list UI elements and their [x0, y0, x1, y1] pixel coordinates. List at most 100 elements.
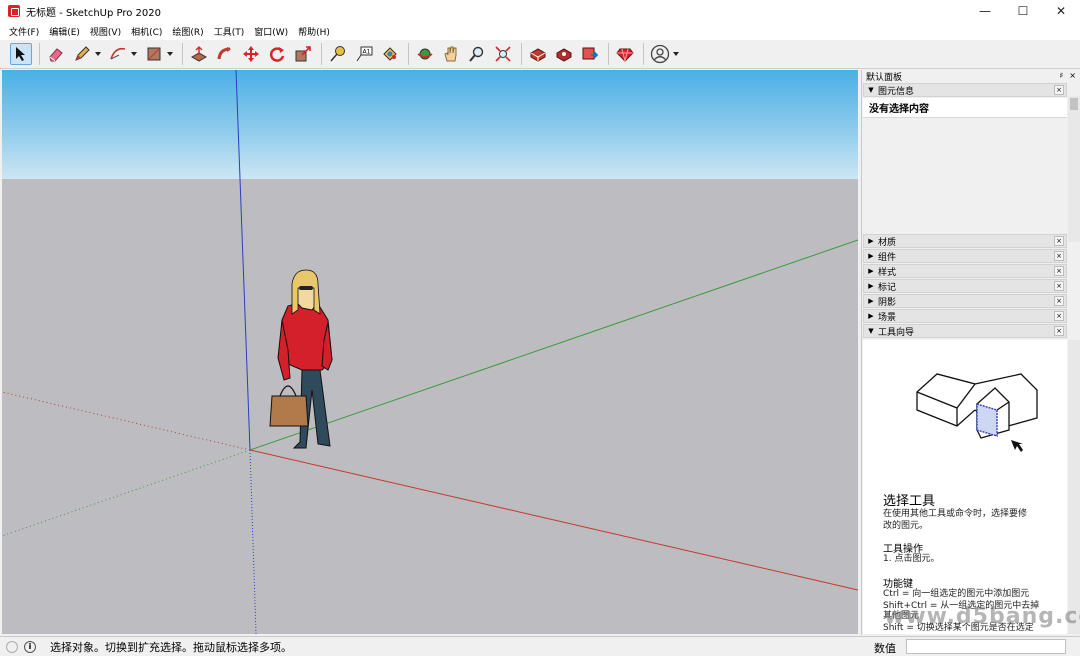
- rectangle-dropdown-icon[interactable]: [167, 52, 173, 56]
- svg-text:A1: A1: [363, 49, 371, 56]
- model-viewport[interactable]: [2, 70, 858, 634]
- text-tool-button[interactable]: A1: [353, 43, 375, 65]
- ruby-icon: [616, 48, 634, 62]
- menu-camera[interactable]: 相机(C): [126, 25, 167, 38]
- tape-measure-tool-button[interactable]: [327, 43, 349, 65]
- toolbar-separator: [608, 43, 609, 65]
- close-icon[interactable]: ×: [1054, 311, 1064, 321]
- text-icon: A1: [356, 46, 373, 62]
- panel-label: 样式: [878, 267, 897, 278]
- toolbar-separator: [182, 43, 183, 65]
- entity-info-body: 没有选择内容: [863, 98, 1067, 231]
- tray-title: 默认面板: [866, 73, 903, 83]
- 3d-warehouse-button[interactable]: [527, 43, 549, 65]
- follow-me-tool-button[interactable]: [214, 43, 236, 65]
- pin-icon[interactable]: ♯: [1059, 71, 1063, 80]
- panel-materials[interactable]: ▶ 材质 ×: [863, 234, 1067, 248]
- instructor-body: 选择工具 在使用其他工具或命令时，选择要修 改的图元。 工具操作 1. 点击图元…: [863, 340, 1067, 634]
- collapsed-triangle-icon: ▶: [868, 282, 874, 290]
- close-button[interactable]: ✕: [1042, 0, 1080, 22]
- close-icon[interactable]: ×: [1054, 296, 1064, 306]
- geolocation-icon[interactable]: [6, 640, 18, 653]
- arc-icon: [110, 47, 126, 60]
- paint-bucket-tool-button[interactable]: [379, 43, 401, 65]
- orbit-tool-button[interactable]: [414, 43, 436, 65]
- zoom-extents-icon: [495, 46, 511, 62]
- info-icon[interactable]: i: [24, 640, 36, 653]
- pencil-dropdown-icon[interactable]: [95, 52, 101, 56]
- house-illustration: [916, 373, 1038, 452]
- pan-tool-button[interactable]: [440, 43, 462, 65]
- instructor-key-1: Ctrl = 向一组选定的图元中添加图元: [883, 589, 1030, 599]
- collapsed-triangle-icon: ▶: [868, 297, 874, 305]
- tray-scrollbar-thumb[interactable]: [1070, 98, 1078, 110]
- move-tool-button[interactable]: [240, 43, 262, 65]
- close-icon[interactable]: ×: [1054, 326, 1064, 336]
- menu-edit[interactable]: 编辑(E): [44, 25, 85, 38]
- rectangle-tool-button[interactable]: [143, 43, 165, 65]
- maximize-button[interactable]: ☐: [1004, 0, 1042, 22]
- measurements-label: 数值: [874, 642, 896, 655]
- profile-button[interactable]: [649, 43, 671, 65]
- scale-tool-button[interactable]: [292, 43, 314, 65]
- menu-file[interactable]: 文件(F): [4, 25, 44, 38]
- window-title: 无标题 - SketchUp Pro 2020: [26, 7, 161, 19]
- toolbar-separator: [39, 43, 40, 65]
- z-axis-line: [235, 70, 251, 451]
- panel-tags[interactable]: ▶ 标记 ×: [863, 279, 1067, 293]
- push-pull-tool-button[interactable]: [188, 43, 210, 65]
- close-icon[interactable]: ×: [1054, 266, 1064, 276]
- tray-close-icon[interactable]: ×: [1069, 71, 1076, 80]
- toolbar-separator: [521, 43, 522, 65]
- measurements-input[interactable]: [906, 639, 1066, 654]
- collapsed-triangle-icon: ▶: [868, 237, 874, 245]
- menu-window[interactable]: 窗口(W): [249, 25, 293, 38]
- 3d-warehouse-icon: [530, 48, 546, 62]
- panel-components[interactable]: ▶ 组件 ×: [863, 249, 1067, 263]
- collapsed-triangle-icon: ▶: [868, 267, 874, 275]
- menu-tools[interactable]: 工具(T): [209, 25, 250, 38]
- tray-title-controls: ♯ ×: [1059, 71, 1076, 80]
- panel-shadows[interactable]: ▶ 阴影 ×: [863, 294, 1067, 308]
- arc-tool-button[interactable]: [107, 43, 129, 65]
- instructor-tool-title: 选择工具: [883, 494, 936, 509]
- watermark-text: www.d5bang.com: [884, 604, 1080, 629]
- close-icon[interactable]: ×: [1054, 85, 1064, 95]
- menu-draw[interactable]: 绘图(R): [167, 25, 208, 38]
- panel-styles[interactable]: ▶ 样式 ×: [863, 264, 1067, 278]
- ruby-console-button[interactable]: [614, 43, 636, 65]
- menu-bar: 文件(F) 编辑(E) 视图(V) 相机(C) 绘图(R) 工具(T) 窗口(W…: [0, 22, 1080, 40]
- panel-scenes[interactable]: ▶ 场景 ×: [863, 309, 1067, 323]
- move-icon: [243, 46, 259, 62]
- profile-dropdown-icon[interactable]: [673, 52, 679, 56]
- close-icon[interactable]: ×: [1054, 281, 1064, 291]
- tray-scrollbar[interactable]: [1068, 96, 1080, 242]
- extension-warehouse-icon: [556, 48, 572, 62]
- menu-help[interactable]: 帮助(H): [293, 25, 335, 38]
- instructor-description-line-2: 改的图元。: [883, 521, 929, 531]
- select-tool-button[interactable]: [10, 43, 32, 65]
- extension-warehouse-button[interactable]: [553, 43, 575, 65]
- layout-icon: [582, 47, 599, 60]
- close-icon[interactable]: ×: [1054, 251, 1064, 261]
- rectangle-icon: [147, 47, 161, 61]
- panel-instructor[interactable]: ▼ 工具向导 ×: [863, 324, 1067, 338]
- zoom-extents-tool-button[interactable]: [492, 43, 514, 65]
- pencil-tool-button[interactable]: [71, 43, 93, 65]
- arc-dropdown-icon[interactable]: [131, 52, 137, 56]
- panel-label: 组件: [878, 252, 897, 263]
- send-to-layout-button[interactable]: [579, 43, 601, 65]
- rotate-tool-button[interactable]: [266, 43, 288, 65]
- toolbar-separator: [643, 43, 644, 65]
- rotate-icon: [269, 47, 285, 62]
- panel-entity-info[interactable]: ▼ 图元信息 ×: [863, 83, 1067, 97]
- sketchup-logo-icon: [8, 5, 20, 17]
- zoom-tool-button[interactable]: [466, 43, 488, 65]
- toolbar-separator: [408, 43, 409, 65]
- menu-view[interactable]: 视图(V): [85, 25, 126, 38]
- minimize-button[interactable]: —: [966, 0, 1004, 22]
- instructor-scrollbar[interactable]: [1068, 340, 1080, 634]
- close-icon[interactable]: ×: [1054, 236, 1064, 246]
- eraser-tool-button[interactable]: [45, 43, 67, 65]
- push-pull-icon: [190, 45, 208, 62]
